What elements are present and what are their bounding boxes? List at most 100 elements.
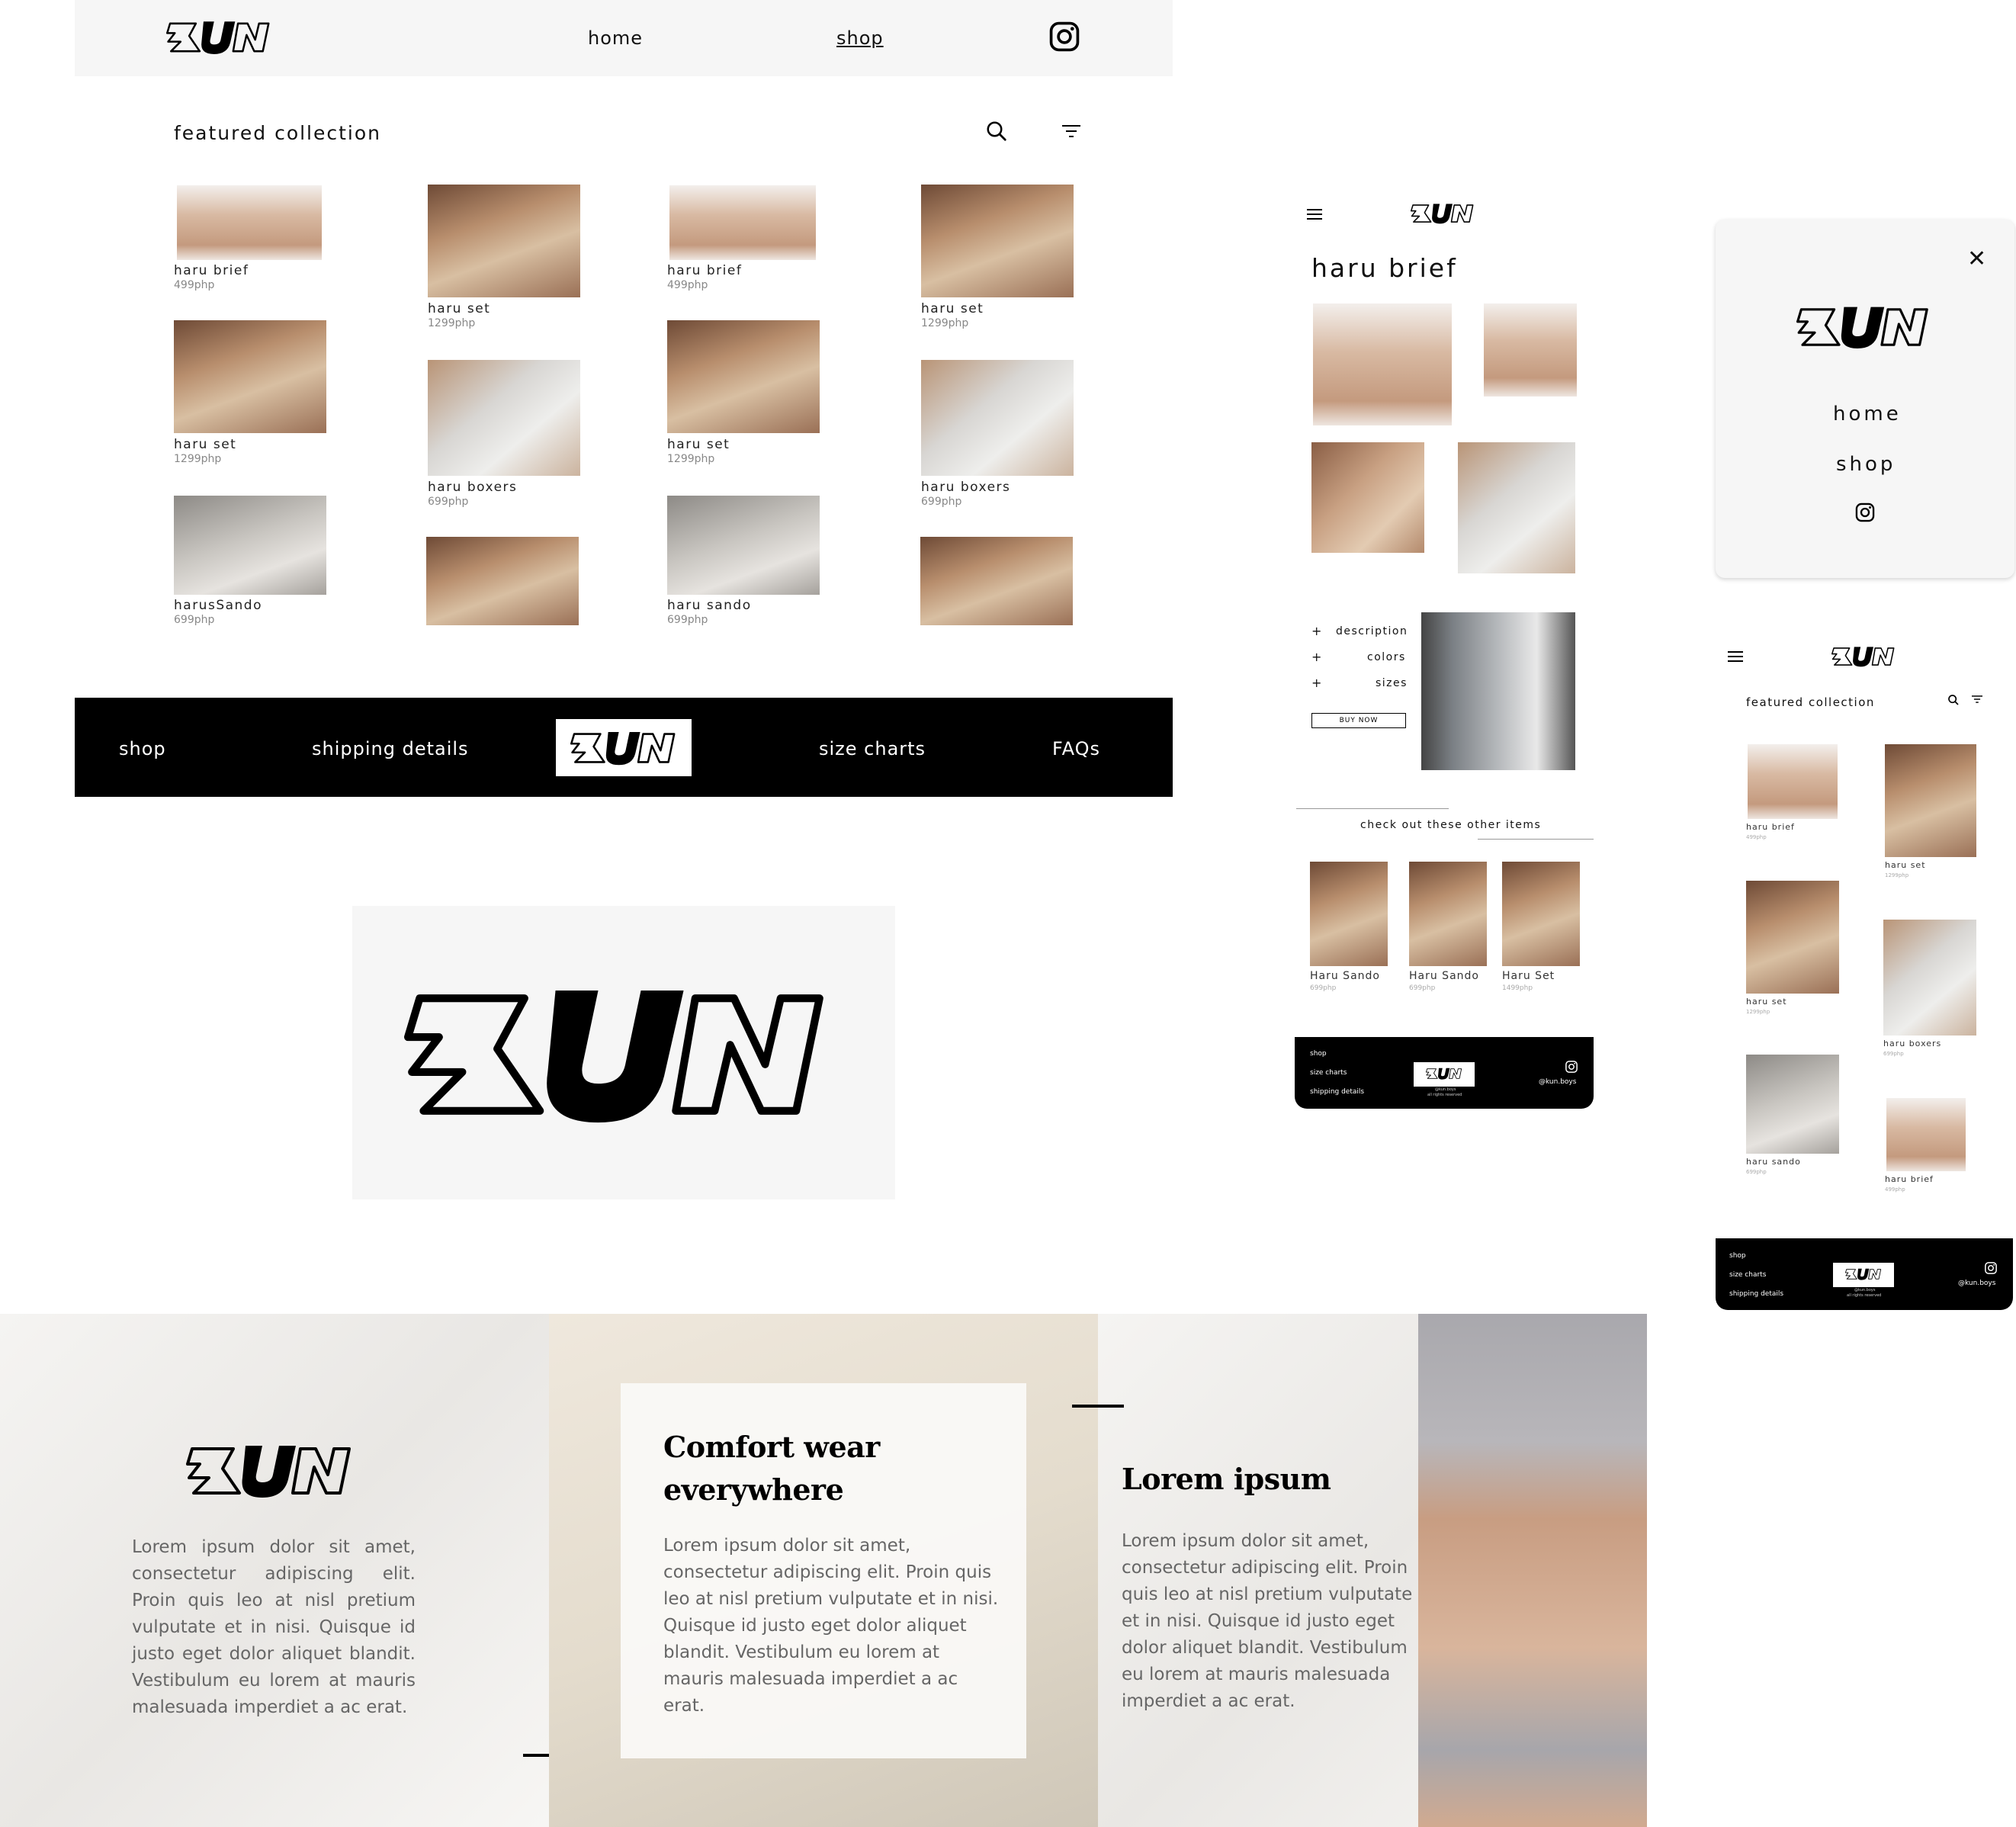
close-icon[interactable]: ✕ bbox=[1967, 246, 1986, 272]
accordion-description[interactable]: description bbox=[1336, 625, 1408, 637]
related-price: 699php bbox=[1409, 984, 1436, 992]
banner-panel-2-heading-line-2: everywhere bbox=[663, 1472, 844, 1507]
product-name[interactable]: haru sando bbox=[1746, 1157, 1801, 1167]
instagram-icon[interactable] bbox=[1984, 1261, 1998, 1275]
product-name[interactable]: haru sando bbox=[667, 598, 752, 613]
product-image-haru-set[interactable] bbox=[1885, 744, 1976, 857]
product-name[interactable]: haru set bbox=[1885, 860, 1926, 870]
product-price: 699php bbox=[921, 496, 962, 508]
footer-size-charts-link[interactable]: size charts bbox=[819, 738, 926, 759]
product-gallery-image-side[interactable] bbox=[1458, 442, 1575, 573]
product-image-haru-sando[interactable] bbox=[1746, 1055, 1839, 1154]
nav-home-link[interactable]: home bbox=[588, 27, 643, 49]
product-gallery-image-model[interactable] bbox=[1311, 442, 1424, 553]
product-name[interactable]: haru set bbox=[174, 437, 236, 452]
search-icon[interactable] bbox=[1947, 694, 1960, 706]
product-image-haru-brief[interactable] bbox=[1748, 744, 1838, 819]
related-name[interactable]: Haru Set bbox=[1502, 970, 1555, 982]
accordion-plus-icon[interactable]: + bbox=[1311, 624, 1321, 638]
related-image-haru-sando[interactable] bbox=[1409, 862, 1487, 966]
product-image-haru-boxers[interactable] bbox=[1883, 920, 1976, 1036]
related-price: 699php bbox=[1310, 984, 1337, 992]
product-price: 699php bbox=[1746, 1169, 1767, 1175]
section-title: featured collection bbox=[1746, 695, 1875, 709]
menu-shop-link[interactable]: shop bbox=[1836, 453, 1896, 476]
footer-faqs-link[interactable]: FAQs bbox=[1052, 738, 1100, 759]
filter-icon[interactable] bbox=[1970, 694, 1984, 705]
product-name[interactable]: haru set bbox=[1746, 997, 1787, 1007]
footer-brand-logo bbox=[1845, 1267, 1882, 1282]
related-name[interactable]: Haru Sando bbox=[1310, 970, 1380, 982]
product-image-haru-set[interactable] bbox=[920, 537, 1073, 625]
related-name[interactable]: Haru Sando bbox=[1409, 970, 1479, 982]
accordion-colors[interactable]: colors bbox=[1367, 651, 1406, 663]
product-gallery-image-front[interactable] bbox=[1313, 303, 1452, 425]
hamburger-menu-icon[interactable] bbox=[1726, 650, 1745, 663]
product-name[interactable]: haru brief bbox=[1746, 822, 1795, 832]
product-image-haru-set[interactable] bbox=[1746, 881, 1839, 994]
footer-shop-link[interactable]: shop bbox=[1729, 1252, 1746, 1260]
product-name[interactable]: haru boxers bbox=[428, 480, 517, 495]
product-image-haru-set[interactable] bbox=[428, 185, 580, 297]
footer-shipping-link[interactable]: shipping details bbox=[312, 738, 469, 759]
related-image-haru-sando[interactable] bbox=[1310, 862, 1388, 966]
product-image-haru-brief[interactable] bbox=[177, 185, 322, 260]
divider-line bbox=[1072, 1405, 1124, 1408]
brand-logo[interactable] bbox=[1411, 202, 1475, 225]
brand-logo[interactable] bbox=[1831, 645, 1896, 668]
product-image-haru-set[interactable] bbox=[667, 320, 820, 433]
instagram-icon[interactable] bbox=[1048, 20, 1081, 53]
mobile-menu-panel bbox=[1716, 220, 2014, 578]
footer-shop-link[interactable]: shop bbox=[1310, 1050, 1327, 1058]
product-image-haru-sando[interactable] bbox=[667, 496, 820, 595]
accordion-sizes[interactable]: sizes bbox=[1376, 677, 1408, 689]
product-price: 499php bbox=[1746, 834, 1767, 840]
menu-home-link[interactable]: home bbox=[1833, 403, 1902, 425]
product-name[interactable]: haru set bbox=[667, 437, 730, 452]
product-image-haru-set[interactable] bbox=[426, 537, 579, 625]
brand-logo[interactable] bbox=[166, 18, 271, 56]
product-gallery-image-back[interactable] bbox=[1484, 303, 1577, 397]
footer-rights-text: all rights reserved bbox=[1847, 1293, 1882, 1298]
footer-rights-handle: @kun.boys bbox=[1854, 1288, 1876, 1292]
product-name[interactable]: haru brief bbox=[1885, 1174, 1934, 1184]
product-name[interactable]: haru boxers bbox=[921, 480, 1010, 495]
product-image-haru-boxers[interactable] bbox=[921, 360, 1074, 476]
product-image-haru-boxers[interactable] bbox=[428, 360, 580, 476]
footer-handle[interactable]: @kun.boys bbox=[1958, 1280, 1995, 1287]
product-image-haru-set[interactable] bbox=[921, 185, 1074, 297]
footer-shop-link[interactable]: shop bbox=[119, 738, 166, 759]
product-image-haru-set[interactable] bbox=[174, 320, 326, 433]
footer-rights-text: all rights reserved bbox=[1427, 1093, 1462, 1097]
search-icon[interactable] bbox=[985, 120, 1008, 143]
product-name[interactable]: haru boxers bbox=[1883, 1039, 1941, 1048]
product-name[interactable]: haru set bbox=[428, 301, 490, 316]
product-price: 499php bbox=[1885, 1186, 1905, 1193]
footer-rights-handle: @kun.boys bbox=[1435, 1087, 1456, 1092]
hamburger-menu-icon[interactable] bbox=[1305, 207, 1324, 221]
footer-shipping-link[interactable]: shipping details bbox=[1729, 1290, 1783, 1298]
footer-size-charts-link[interactable]: size charts bbox=[1729, 1271, 1766, 1279]
footer-size-charts-link[interactable]: size charts bbox=[1310, 1069, 1347, 1077]
related-image-haru-set[interactable] bbox=[1502, 862, 1580, 966]
product-image-haru-brief[interactable] bbox=[1886, 1098, 1966, 1171]
instagram-icon[interactable] bbox=[1854, 502, 1876, 523]
accordion-plus-icon[interactable]: + bbox=[1311, 650, 1321, 664]
product-price: 1299php bbox=[174, 453, 222, 465]
footer-shipping-link[interactable]: shipping details bbox=[1310, 1088, 1364, 1096]
product-price: 699php bbox=[1883, 1051, 1904, 1057]
filter-icon[interactable] bbox=[1060, 122, 1083, 140]
product-name[interactable]: haru set bbox=[921, 301, 984, 316]
product-name[interactable]: harusSando bbox=[174, 598, 262, 613]
brand-logo[interactable] bbox=[1796, 302, 1931, 352]
product-name[interactable]: haru brief bbox=[667, 263, 742, 278]
buy-now-button[interactable]: BUY NOW bbox=[1311, 713, 1406, 728]
product-image-haru-sando[interactable] bbox=[174, 496, 326, 595]
accordion-plus-icon[interactable]: + bbox=[1311, 676, 1321, 690]
footer-handle[interactable]: @kun.boys bbox=[1539, 1078, 1576, 1086]
nav-shop-link[interactable]: shop bbox=[836, 27, 884, 49]
product-name[interactable]: haru brief bbox=[174, 263, 249, 278]
product-image-haru-brief[interactable] bbox=[669, 185, 816, 260]
footer-brand-logo[interactable] bbox=[570, 729, 677, 767]
instagram-icon[interactable] bbox=[1565, 1060, 1578, 1074]
